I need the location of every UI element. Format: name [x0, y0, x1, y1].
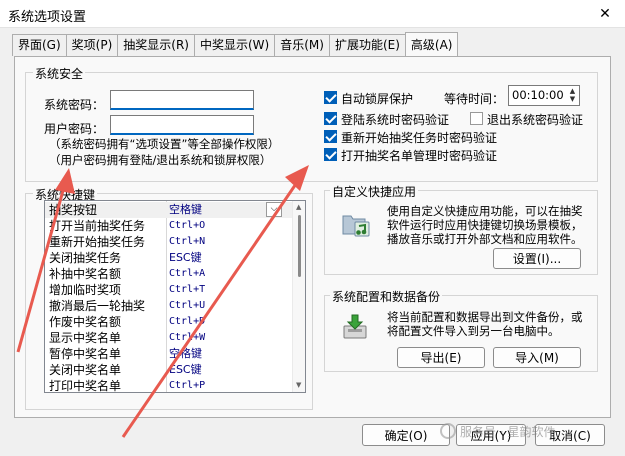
scroll-down-icon[interactable]: ▼ [296, 381, 301, 389]
system-password-input[interactable] [110, 90, 254, 110]
login-verify-label: 登陆系统时密码验证 [341, 113, 450, 127]
wait-time-value: 00:10:00 [512, 88, 564, 102]
scrollbar-thumb[interactable] [298, 215, 301, 277]
hotkey-key: 空格键 [169, 347, 202, 360]
custom-app-group-label: 自定义快捷应用 [330, 183, 419, 200]
hotkey-action: 打开当前抽奖任务 [49, 219, 146, 233]
table-row[interactable]: 抽奖按钮 空格键 ⌵ [45, 202, 292, 218]
hotkey-key: Ctrl+D [169, 316, 206, 327]
watermark-logo-icon [440, 423, 456, 439]
import-export-icon [341, 313, 369, 341]
hotkey-action: 显示中奖名单 [49, 331, 122, 345]
hotkey-key: Ctrl+N [169, 236, 206, 247]
table-row[interactable]: 增加临时奖项 Ctrl+T [45, 282, 292, 298]
close-icon: ✕ [599, 6, 611, 22]
hotkeys-list[interactable]: 抽奖按钮 空格键 ⌵ 打开当前抽奖任务 Ctrl+O 重新开始抽奖任务 Ctrl… [44, 200, 306, 393]
hotkey-key: 空格键 [169, 203, 202, 216]
hotkey-action: 抽奖按钮 [49, 203, 98, 217]
backup-group-label: 系统配置和数据备份 [330, 288, 443, 305]
table-row[interactable]: 撤消最后一轮抽奖 Ctrl+U [45, 298, 292, 314]
close-button[interactable]: ✕ [585, 0, 625, 28]
logout-verify-checkbox[interactable] [470, 112, 483, 125]
tab-music[interactable]: 音乐(M) [274, 34, 330, 56]
tab-strip: 界面(G) 奖项(P) 抽奖显示(R) 中奖显示(W) 音乐(M) 扩展功能(E… [12, 32, 459, 56]
table-row[interactable]: 作废中奖名额 Ctrl+D [45, 314, 292, 330]
table-row[interactable]: 关闭中奖名单 ESC键 [45, 362, 292, 378]
hotkey-action: 作废中奖名额 [49, 315, 122, 329]
auto-lock-checkbox[interactable] [324, 91, 337, 104]
watermark-text: 服务号 · 星韵软件 [460, 424, 556, 439]
import-button[interactable]: 导入(M) [493, 347, 581, 368]
hotkey-action: 增加临时奖项 [49, 283, 122, 297]
hotkey-key: Ctrl+U [169, 300, 206, 311]
hotkey-action: 重新开始抽奖任务 [49, 235, 146, 249]
title-bar: 系统选项设置 ✕ [0, 0, 625, 28]
hotkey-key: Ctrl+P [169, 380, 206, 391]
list-mgmt-verify-checkbox[interactable] [324, 148, 337, 161]
hotkey-action: 撤消最后一轮抽奖 [49, 299, 146, 313]
hotkey-key: ESC键 [169, 251, 202, 264]
wait-time-input[interactable]: 00:10:00 ▲ ▼ [508, 85, 580, 106]
security-group-label: 系统安全 [33, 65, 86, 82]
hotkeys-scrollbar[interactable]: ▲ ▼ [292, 201, 305, 392]
tab-winner-display[interactable]: 中奖显示(W) [193, 34, 276, 56]
login-verify-checkbox[interactable] [324, 112, 337, 125]
tab-advanced[interactable]: 高级(A) [404, 32, 459, 56]
spin-down-icon[interactable]: ▼ [567, 95, 578, 103]
table-row[interactable]: 补抽中奖名额 Ctrl+A [45, 266, 292, 282]
window-title: 系统选项设置 [8, 10, 87, 25]
user-password-input[interactable] [110, 115, 254, 135]
hotkey-action: 关闭抽奖任务 [49, 251, 122, 265]
tab-prizes[interactable]: 奖项(P) [65, 34, 119, 56]
restart-verify-label: 重新开始抽奖任务时密码验证 [341, 131, 498, 145]
table-row[interactable]: 暂停中奖名单 空格键 [45, 346, 292, 362]
tab-extensions[interactable]: 扩展功能(E) [328, 34, 406, 56]
hotkey-key: Ctrl+O [169, 220, 206, 231]
logout-verify-label: 退出系统密码验证 [487, 113, 584, 127]
wait-time-label: 等待时间： [444, 92, 505, 106]
watermark: 服务号 · 星韵软件 [440, 420, 555, 442]
app-folder-icon [341, 210, 371, 238]
hotkey-key: Ctrl+W [169, 332, 206, 343]
hotkey-key: Ctrl+A [169, 268, 206, 279]
spin-up-icon[interactable]: ▲ [567, 87, 578, 95]
hotkey-action: 打印中奖名单 [49, 379, 122, 393]
table-row[interactable]: 打开当前抽奖任务 Ctrl+O [45, 218, 292, 234]
hotkey-action: 关闭中奖名单 [49, 363, 122, 377]
hotkey-key: ESC键 [169, 363, 202, 376]
hotkey-action: 补抽中奖名额 [49, 267, 122, 281]
system-password-note: （系统密码拥有“选项设置”等全部操作权限） [49, 137, 280, 151]
hotkey-action: 暂停中奖名单 [49, 347, 122, 361]
wait-time-spinner[interactable]: ▲ ▼ [567, 87, 578, 104]
export-button[interactable]: 导出(E) [397, 347, 485, 368]
user-password-label: 用户密码： [44, 122, 105, 136]
scroll-up-icon[interactable]: ▲ [296, 203, 301, 211]
hotkey-key: Ctrl+T [169, 284, 206, 295]
system-password-label: 系统密码： [44, 98, 105, 112]
table-row[interactable]: 关闭抽奖任务 ESC键 [45, 250, 292, 266]
table-row[interactable]: 打印中奖名单 Ctrl+P [45, 378, 292, 393]
chevron-down-icon[interactable]: ⌵ [266, 202, 282, 217]
ok-button[interactable]: 确定(O) [362, 424, 450, 446]
restart-verify-checkbox[interactable] [324, 130, 337, 143]
auto-lock-label: 自动锁屏保护 [341, 92, 414, 106]
backup-description: 将当前配置和数据导出到文件备份，或将配置文件导入到另一台电脑中。 [387, 310, 583, 338]
table-row[interactable]: 显示中奖名单 Ctrl+W [45, 330, 292, 346]
tab-interface[interactable]: 界面(G) [12, 34, 67, 56]
user-password-note: （用户密码拥有登陆/退出系统和锁屏权限） [49, 153, 272, 167]
tab-draw-display[interactable]: 抽奖显示(R) [117, 34, 195, 56]
list-mgmt-verify-label: 打开抽奖名单管理时密码验证 [341, 149, 498, 163]
custom-app-description: 使用自定义快捷应用功能，可以在抽奖软件运行时应用快捷键切换场景模板，播放音乐或打… [387, 204, 583, 246]
table-row[interactable]: 重新开始抽奖任务 Ctrl+N [45, 234, 292, 250]
custom-app-settings-button[interactable]: 设置(I)... [493, 248, 581, 269]
